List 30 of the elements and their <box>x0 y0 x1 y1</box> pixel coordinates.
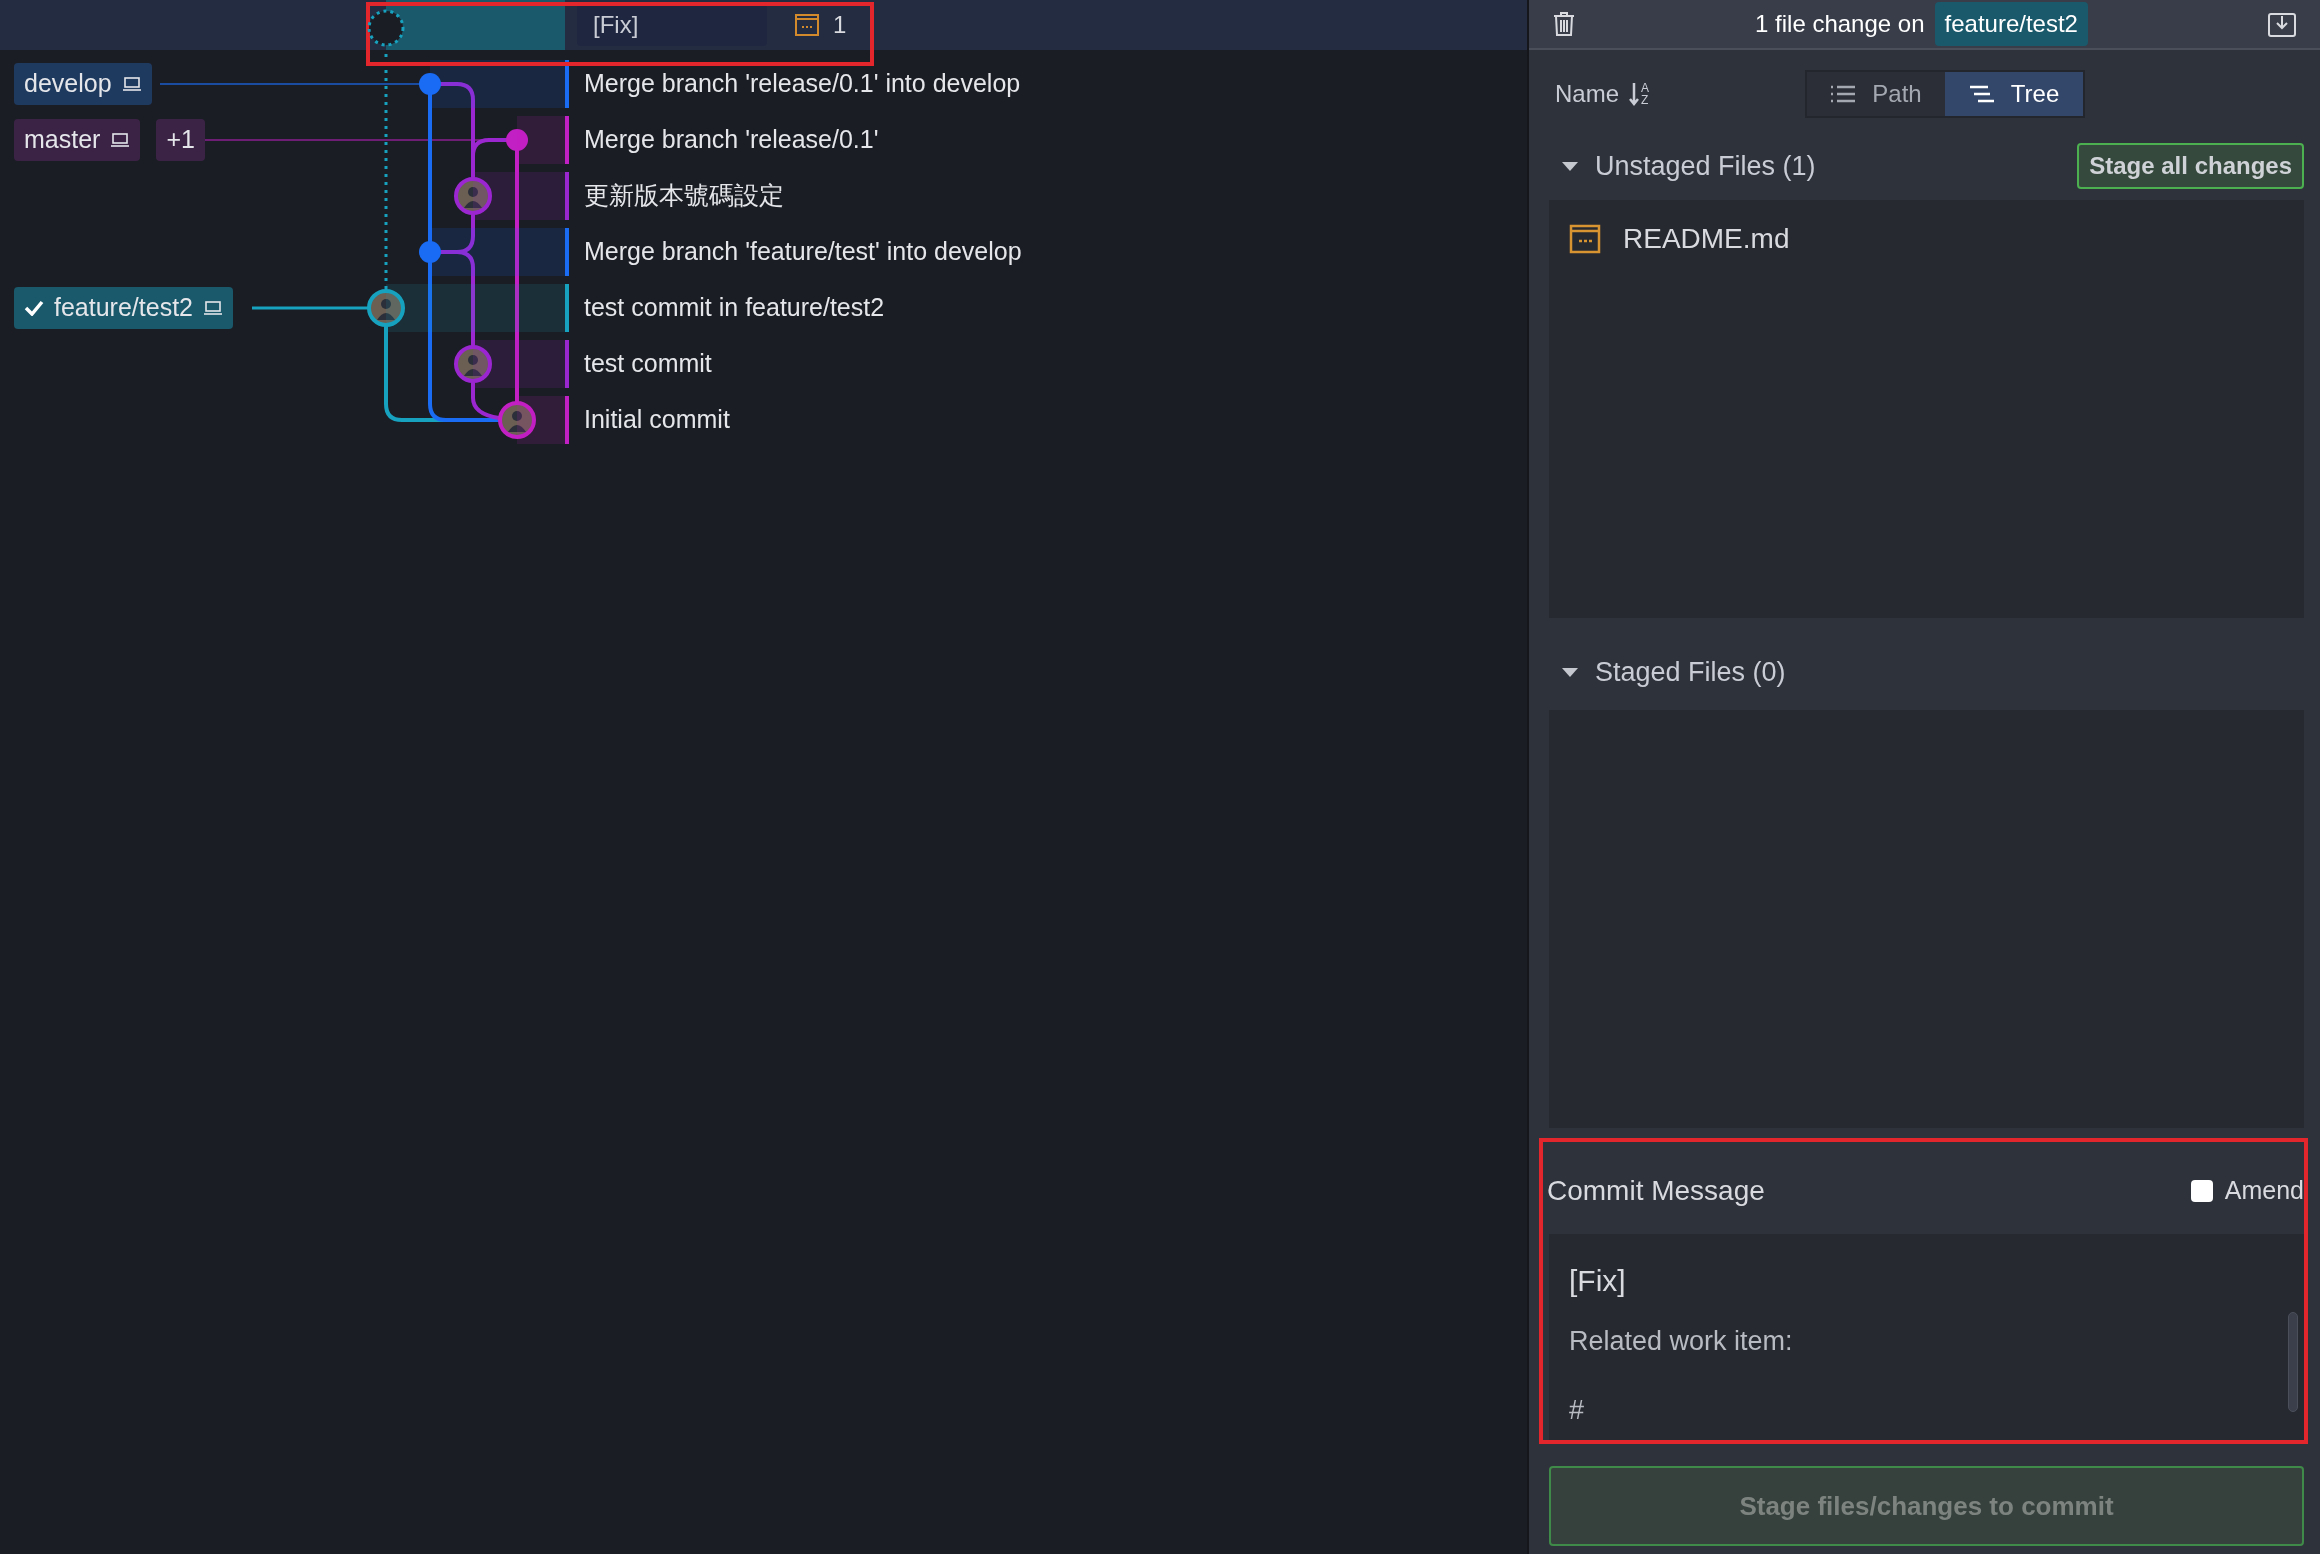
commit-summary: [Fix] <box>1569 1263 1627 1299</box>
commit-message-field[interactable]: [Fix] Related work item: # <box>1549 1234 2304 1440</box>
branch-badge: feature/test2 <box>1934 2 2088 46</box>
commit-message[interactable]: Merge branch 'release/0.1' into develop <box>584 65 1021 103</box>
commit-message[interactable]: Merge branch 'release/0.1' <box>584 121 879 159</box>
header-title: 1 file change on <box>1755 9 1925 39</box>
branch-label[interactable]: feature/test2 <box>14 287 233 329</box>
commit-message-title: Commit Message <box>1547 1174 1765 1208</box>
more-refs-badge[interactable]: +1 <box>156 119 205 161</box>
branch-label[interactable]: master <box>14 119 141 161</box>
changed-file-count: 1 <box>833 10 847 40</box>
section-title: Staged Files (0) <box>1595 655 1786 689</box>
file-name[interactable]: README.md <box>1623 218 1790 260</box>
sort-by-name-button[interactable]: Name A Z <box>1555 76 1805 112</box>
sort-letter: Z <box>1641 94 1650 106</box>
commit-message[interactable]: 更新版本號碼設定 <box>584 177 784 215</box>
wip-summary-field[interactable]: [Fix] <box>577 4 767 46</box>
commit-description-line: Related work item: <box>1569 1325 1794 1358</box>
amend-label: Amend <box>2224 1175 2304 1207</box>
branch-label[interactable]: develop <box>14 63 152 105</box>
commit-message[interactable]: Initial commit <box>584 401 730 439</box>
stage-all-button[interactable]: Stage all changes <box>2077 143 2304 189</box>
commit-message[interactable]: test commit in feature/test2 <box>584 289 885 327</box>
sort-letter: A <box>1641 82 1650 94</box>
section-title: Unstaged Files (1) <box>1595 149 1816 183</box>
commit-message[interactable]: test commit <box>584 345 712 383</box>
view-tab[interactable]: Tree <box>1945 72 2083 116</box>
commit-description-line: # <box>1569 1393 1586 1427</box>
commit-message[interactable]: Merge branch 'feature/test' into develop <box>584 233 1022 271</box>
view-tab[interactable]: Path <box>1807 72 1945 116</box>
